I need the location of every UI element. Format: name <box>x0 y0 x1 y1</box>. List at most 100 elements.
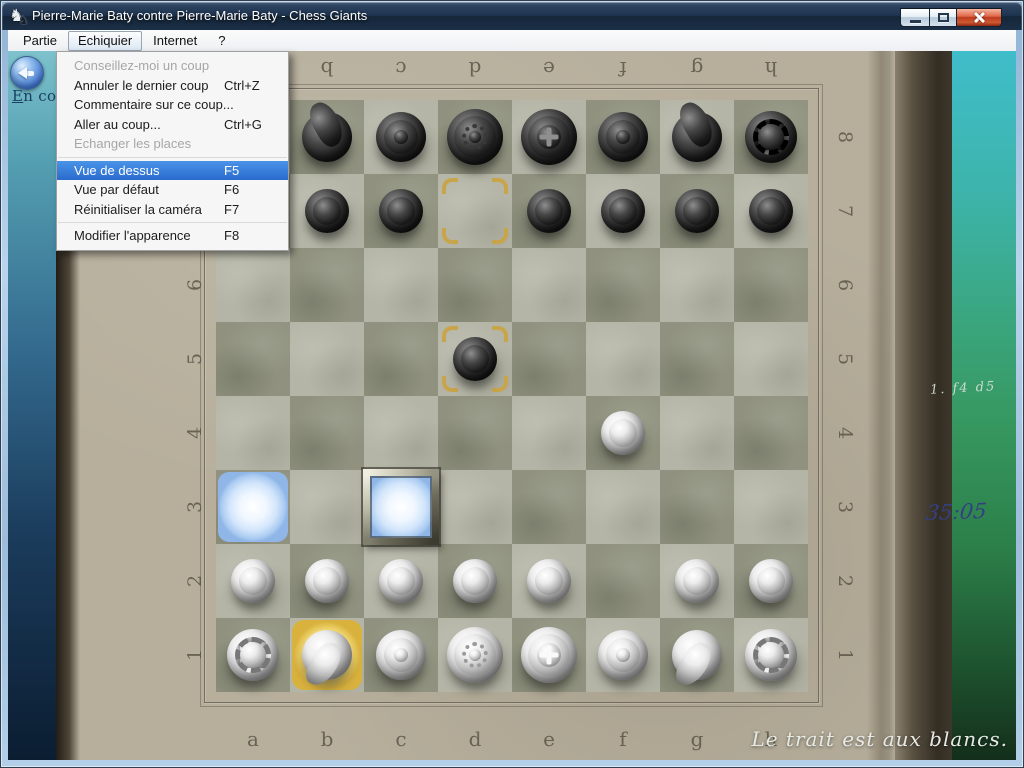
piece-black-king-e8[interactable] <box>512 100 586 174</box>
piece-black-knight-b8[interactable] <box>290 100 364 174</box>
square-c4[interactable] <box>364 396 438 470</box>
piece-black-pawn-e7[interactable] <box>512 174 586 248</box>
backdrop-right <box>952 51 1016 760</box>
menu-item-top-view[interactable]: Vue de dessusF5 <box>57 161 288 181</box>
piece-black-pawn-b7[interactable] <box>290 174 364 248</box>
square-d4[interactable] <box>438 396 512 470</box>
piece-part <box>461 567 489 595</box>
piece-part <box>609 419 637 447</box>
piece-black-bishop-c8[interactable] <box>364 100 438 174</box>
piece-white-pawn-c2[interactable] <box>364 544 438 618</box>
rank-label-right-7: 7 <box>808 200 882 222</box>
square-e3[interactable] <box>512 470 586 544</box>
square-h5[interactable] <box>734 322 808 396</box>
square-f5[interactable] <box>586 322 660 396</box>
menubar-item-partie[interactable]: Partie <box>13 31 67 51</box>
piece-black-queen-d8[interactable] <box>438 100 512 174</box>
square-d3[interactable] <box>438 470 512 544</box>
piece-part <box>753 119 789 155</box>
square-f3[interactable] <box>586 470 660 544</box>
menubar-item-echiquier[interactable]: Echiquier <box>68 31 142 51</box>
file-label-top-f: f <box>586 55 660 83</box>
square-g5[interactable] <box>660 322 734 396</box>
highlight-target-c3 <box>364 470 438 544</box>
menu-item-comment[interactable]: Commentaire sur ce coup... <box>57 95 288 115</box>
square-f6[interactable] <box>586 248 660 322</box>
menubar-item-internet[interactable]: Internet <box>143 31 207 51</box>
piece-black-pawn-c7[interactable] <box>364 174 438 248</box>
square-h4[interactable] <box>734 396 808 470</box>
piece-white-queen-d1[interactable] <box>438 618 512 692</box>
piece-white-pawn-b2[interactable] <box>290 544 364 618</box>
piece-white-pawn-h2[interactable] <box>734 544 808 618</box>
piece-black-pawn-h7[interactable] <box>734 174 808 248</box>
rank-label-right-6: 6 <box>808 274 882 296</box>
piece-black-rook-h8[interactable] <box>734 100 808 174</box>
square-e4[interactable] <box>512 396 586 470</box>
maximize-button[interactable] <box>929 8 957 27</box>
menubar: Partie Echiquier Internet ? <box>8 30 1016 51</box>
file-label-top-d: d <box>438 55 512 83</box>
square-b6[interactable] <box>290 248 364 322</box>
piece-part <box>616 648 630 662</box>
piece-white-rook-a1[interactable] <box>216 618 290 692</box>
square-c5[interactable] <box>364 322 438 396</box>
menu-item-advice[interactable]: Conseillez-moi un coup <box>57 56 288 76</box>
square-h3[interactable] <box>734 470 808 544</box>
piece-white-king-e1[interactable] <box>512 618 586 692</box>
square-c6[interactable] <box>364 248 438 322</box>
close-button[interactable] <box>956 8 1002 27</box>
square-e5[interactable] <box>512 322 586 396</box>
square-g4[interactable] <box>660 396 734 470</box>
piece-black-bishop-f8[interactable] <box>586 100 660 174</box>
back-button[interactable] <box>10 56 44 90</box>
piece-white-bishop-f1[interactable] <box>586 618 660 692</box>
status-message: Le trait est aux blancs. <box>751 727 1008 751</box>
menu-item-reset-camera[interactable]: Réinitialiser la caméraF7 <box>57 200 288 220</box>
back-arrow-icon <box>12 67 27 79</box>
piece-white-pawn-g2[interactable] <box>660 544 734 618</box>
menu-item-appearance[interactable]: Modifier l'apparenceF8 <box>57 226 288 246</box>
piece-part <box>535 567 563 595</box>
game-clock: 35:05 <box>925 499 988 525</box>
menubar-item-help[interactable]: ? <box>208 31 235 51</box>
rank-label-right-4: 4 <box>808 422 882 444</box>
rank-label-right-3: 3 <box>808 496 882 518</box>
king-cross-bar <box>547 646 552 665</box>
square-b4[interactable] <box>290 396 364 470</box>
square-d6[interactable] <box>438 248 512 322</box>
piece-white-pawn-f4[interactable] <box>586 396 660 470</box>
menu-item-default-view[interactable]: Vue par défautF6 <box>57 180 288 200</box>
square-g6[interactable] <box>660 248 734 322</box>
rank-label-right-1: 1 <box>808 644 882 666</box>
piece-white-pawn-a2[interactable] <box>216 544 290 618</box>
square-f2[interactable] <box>586 544 660 618</box>
square-b5[interactable] <box>290 322 364 396</box>
minimize-button[interactable] <box>900 8 930 27</box>
file-label-bottom-a: a <box>216 725 290 753</box>
piece-white-pawn-d2[interactable] <box>438 544 512 618</box>
piece-part <box>394 130 408 144</box>
piece-white-pawn-e2[interactable] <box>512 544 586 618</box>
menu-item-swap-sides[interactable]: Echanger les places <box>57 134 288 154</box>
piece-part <box>757 567 785 595</box>
piece-black-pawn-f7[interactable] <box>586 174 660 248</box>
square-g3[interactable] <box>660 470 734 544</box>
menu-item-goto-move[interactable]: Aller au coup...Ctrl+G <box>57 115 288 135</box>
piece-white-bishop-c1[interactable] <box>364 618 438 692</box>
piece-part <box>394 648 408 662</box>
square-b3[interactable] <box>290 470 364 544</box>
piece-black-pawn-d5[interactable] <box>438 322 512 396</box>
file-label-bottom-d: d <box>438 725 512 753</box>
square-h6[interactable] <box>734 248 808 322</box>
square-e6[interactable] <box>512 248 586 322</box>
minimize-icon <box>910 20 921 23</box>
menu-item-undo[interactable]: Annuler le dernier coupCtrl+Z <box>57 76 288 96</box>
rank-label-right-8: 8 <box>808 126 882 148</box>
piece-black-knight-g8[interactable] <box>660 100 734 174</box>
piece-white-knight-g1[interactable] <box>660 618 734 692</box>
file-label-bottom-f: f <box>586 725 660 753</box>
piece-white-knight-b1[interactable] <box>290 618 364 692</box>
piece-white-rook-h1[interactable] <box>734 618 808 692</box>
piece-black-pawn-g7[interactable] <box>660 174 734 248</box>
